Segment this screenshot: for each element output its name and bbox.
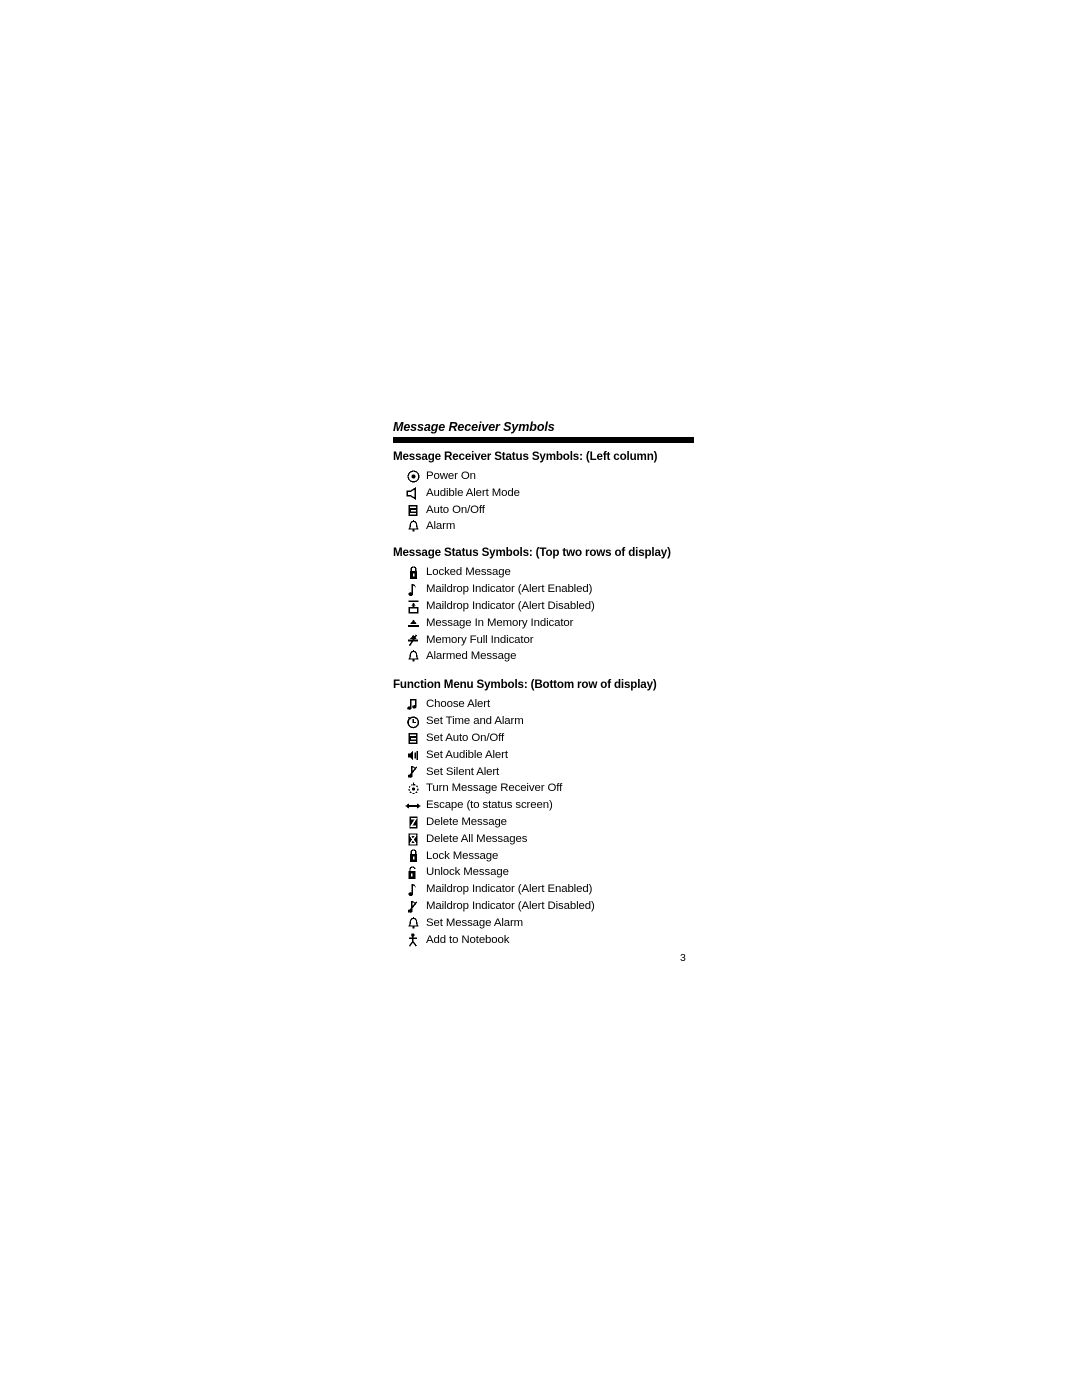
list-item-label: Delete All Messages [426,832,528,845]
symbol-list-message-status: Locked Message Maildrop Indicator (Alert… [393,565,698,666]
delete-message-icon [393,816,426,829]
list-item-label: Escape (to status screen) [426,799,553,812]
header-rule [393,437,694,443]
list-item-label: Set Silent Alert [426,765,500,778]
turn-receiver-off-power-icon [393,782,426,795]
message-in-memory-icon [393,619,426,628]
list-item-label: Maildrop Indicator (Alert Disabled) [426,900,595,913]
locked-message-padlock-icon [393,566,426,580]
list-item: Auto On/Off [393,502,698,519]
auto-on-off-icon [393,504,426,517]
list-item-label: Power On [426,470,476,483]
list-item-label: Maildrop Indicator (Alert Enabled) [426,583,593,596]
list-item: Unlock Message [393,865,698,882]
list-item-label: Set Audible Alert [426,748,508,761]
list-item: Audible Alert Mode [393,485,698,502]
list-item-label: Choose Alert [426,698,491,711]
list-item: Delete All Messages [393,831,698,848]
add-to-notebook-icon [393,933,426,947]
page-number: 3 [680,952,686,964]
audible-alert-speaker-icon [393,486,426,500]
list-item-label: Maildrop Indicator (Alert Enabled) [426,883,593,896]
list-item: Choose Alert [393,697,698,714]
list-item-label: Memory Full Indicator [426,633,534,646]
section-heading-message-status: Message Status Symbols: (Top two rows of… [393,546,671,560]
set-time-alarm-clock-icon [393,715,426,729]
lock-message-padlock-icon [393,849,426,863]
maildrop-alert-disabled-crossed-note-icon [393,900,426,914]
power-on-icon [393,470,426,483]
list-item: Alarmed Message [393,649,698,666]
list-item: Maildrop Indicator (Alert Enabled) [393,581,698,598]
list-item-label: Set Auto On/Off [426,732,505,745]
list-item: Turn Message Receiver Off [393,781,698,798]
section-heading-function-menu: Function Menu Symbols: (Bottom row of di… [393,678,657,692]
unlock-message-padlock-icon [393,866,426,880]
list-item: Lock Message [393,848,698,865]
list-item: Maildrop Indicator (Alert Disabled) [393,598,698,615]
list-item-label: Message In Memory Indicator [426,616,574,629]
list-item: Delete Message [393,814,698,831]
maildrop-alert-enabled-note-icon [393,883,426,897]
list-item: Add to Notebook [393,932,698,949]
set-message-alarm-bell-icon [393,917,426,930]
list-item: Locked Message [393,565,698,582]
set-audible-alert-speaker-icon [393,749,426,762]
alarmed-message-bell-icon [393,650,426,663]
list-item-label: Alarmed Message [426,650,517,663]
maildrop-alert-disabled-mailbox-icon [393,600,426,614]
list-item-label: Audible Alert Mode [426,486,520,499]
list-item-label: Maildrop Indicator (Alert Disabled) [426,600,595,613]
list-item: Set Silent Alert [393,764,698,781]
alarm-bell-icon [393,520,426,533]
list-item-label: Turn Message Receiver Off [426,782,563,795]
list-item-label: Delete Message [426,816,507,829]
running-header-title: Message Receiver Symbols [393,420,555,434]
list-item: Alarm [393,519,698,536]
delete-all-messages-icon [393,833,426,846]
list-item: Set Audible Alert [393,747,698,764]
list-item-label: Locked Message [426,566,511,579]
list-item-label: Add to Notebook [426,933,510,946]
section-heading-receiver-status: Message Receiver Status Symbols: (Left c… [393,450,658,463]
list-item: Memory Full Indicator [393,632,698,649]
set-auto-on-off-icon [393,732,426,745]
list-item: Maildrop Indicator (Alert Enabled) [393,881,698,898]
list-item-label: Alarm [426,520,456,533]
running-header: Message Receiver Symbols [393,420,698,443]
list-item-label: Lock Message [426,849,499,862]
list-item-label: Set Message Alarm [426,916,524,929]
list-item-label: Unlock Message [426,866,509,879]
memory-full-icon [393,634,426,647]
list-item-label: Set Time and Alarm [426,715,524,728]
list-item: Escape (to status screen) [393,797,698,814]
escape-double-arrow-icon [393,801,426,811]
maildrop-alert-enabled-note-icon [393,583,426,597]
list-item: Set Message Alarm [393,915,698,932]
list-item: Message In Memory Indicator [393,615,698,632]
list-item: Set Auto On/Off [393,730,698,747]
list-item-label: Auto On/Off [426,503,485,516]
set-silent-alert-crossed-note-icon [393,765,426,779]
choose-alert-double-note-icon [393,698,426,711]
symbol-list-function-menu: Choose Alert Set Time and Alarm Set Auto… [393,697,698,949]
page-content: Message Receiver Symbols Message Receive… [393,420,698,949]
list-item: Maildrop Indicator (Alert Disabled) [393,898,698,915]
list-item: Power On [393,468,698,485]
symbol-list-receiver-status: Power On Audible Alert Mode Auto On/Off … [393,468,698,535]
list-item: Set Time and Alarm [393,713,698,730]
